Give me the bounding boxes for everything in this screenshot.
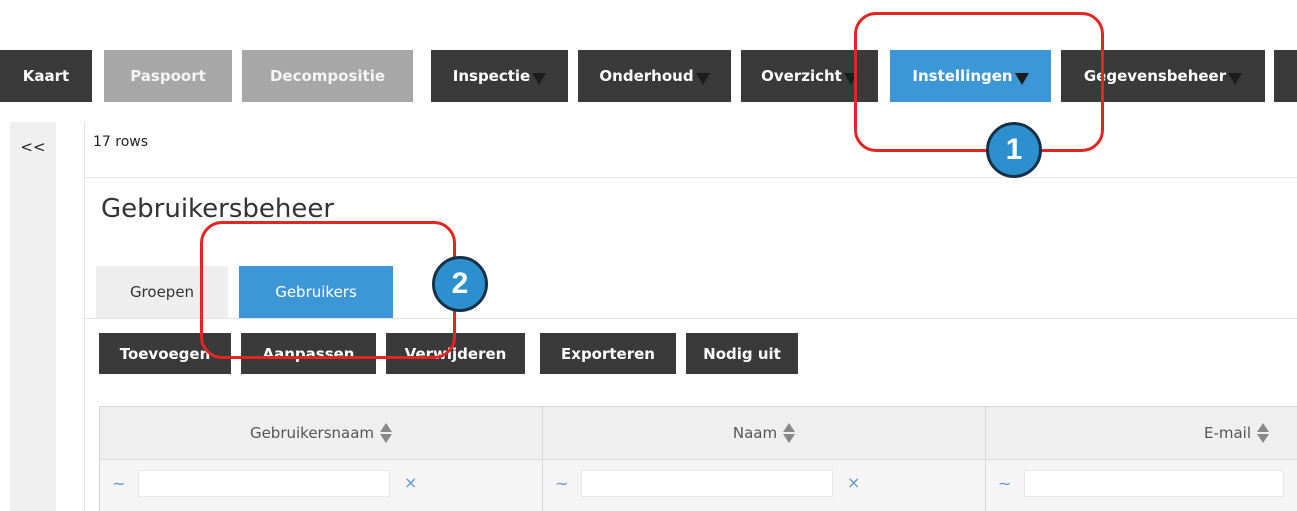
- invite-button[interactable]: Nodig uit: [686, 333, 798, 374]
- column-email: E-mail ~: [986, 407, 1297, 511]
- column-header-label: Gebruikersnaam: [249, 424, 375, 442]
- divider: [85, 177, 1297, 178]
- filter-input-gebruikersnaam[interactable]: [138, 470, 390, 497]
- filter-operator-icon[interactable]: ~: [555, 474, 568, 493]
- nav-onderhoud[interactable]: Onderhoud: [578, 50, 731, 102]
- nav-gegevensbeheer-label: Gegevensbeheer: [1083, 67, 1227, 85]
- chevron-down-icon: [695, 73, 710, 85]
- column-gebruikersnaam: Gebruikersnaam ~ ×: [100, 407, 543, 511]
- column-naam: Naam ~ ×: [543, 407, 986, 511]
- sort-icon[interactable]: [380, 422, 393, 444]
- nav-paspoort[interactable]: Paspoort: [104, 50, 232, 102]
- nav-more[interactable]: [1274, 50, 1297, 102]
- nav-kaart[interactable]: Kaart: [0, 50, 92, 102]
- nav-kaart-label: Kaart: [22, 67, 70, 85]
- page-title: Gebruikersbeheer: [101, 194, 335, 224]
- highlight-box-step2: [200, 221, 456, 359]
- export-button[interactable]: Exporteren: [540, 333, 676, 374]
- sidebar-collapse-button[interactable]: <<: [10, 138, 56, 156]
- filter-input-naam[interactable]: [581, 470, 833, 497]
- filter-input-email[interactable]: [1024, 470, 1284, 497]
- filter-operator-icon[interactable]: ~: [998, 474, 1011, 493]
- nav-decompositie[interactable]: Decompositie: [242, 50, 413, 102]
- users-table: Gebruikersnaam ~ × Naam ~ × E-mail ~: [99, 406, 1297, 511]
- step-badge-2: 2: [432, 256, 488, 312]
- chevron-down-icon: [1228, 73, 1243, 85]
- filter-row: ~ ×: [100, 460, 542, 511]
- column-header-email[interactable]: E-mail: [986, 407, 1297, 460]
- column-header-label: E-mail: [1203, 424, 1251, 442]
- filter-row: ~: [986, 460, 1297, 511]
- filter-operator-icon[interactable]: ~: [112, 474, 125, 493]
- highlight-box-step1: [854, 12, 1104, 152]
- nav-inspectie[interactable]: Inspectie: [431, 50, 568, 102]
- column-header-label: Naam: [732, 424, 778, 442]
- add-button-label: Toevoegen: [119, 344, 211, 363]
- nav-onderhoud-label: Onderhoud: [599, 67, 694, 85]
- nav-decompositie-label: Decompositie: [269, 67, 386, 85]
- nav-inspectie-label: Inspectie: [452, 67, 531, 85]
- sort-icon[interactable]: [1257, 422, 1269, 444]
- clear-filter-icon[interactable]: ×: [847, 473, 860, 492]
- chevron-down-icon: [532, 73, 547, 85]
- tab-groepen-label: Groepen: [129, 283, 195, 301]
- export-button-label: Exporteren: [561, 344, 655, 363]
- rows-count: 17 rows: [93, 134, 149, 150]
- sidebar: <<: [10, 122, 56, 511]
- step-badge-1: 1: [986, 122, 1042, 178]
- filter-row: ~ ×: [543, 460, 985, 511]
- invite-button-label: Nodig uit: [703, 344, 781, 363]
- column-header-naam[interactable]: Naam: [543, 407, 985, 460]
- clear-filter-icon[interactable]: ×: [404, 473, 417, 492]
- nav-overzicht-label: Overzicht: [761, 67, 842, 85]
- nav-paspoort-label: Paspoort: [130, 67, 206, 85]
- app-window: Kaart Paspoort Decompositie Inspectie On…: [0, 0, 1297, 511]
- column-header-gebruikersnaam[interactable]: Gebruikersnaam: [100, 407, 542, 460]
- sort-icon[interactable]: [783, 422, 796, 444]
